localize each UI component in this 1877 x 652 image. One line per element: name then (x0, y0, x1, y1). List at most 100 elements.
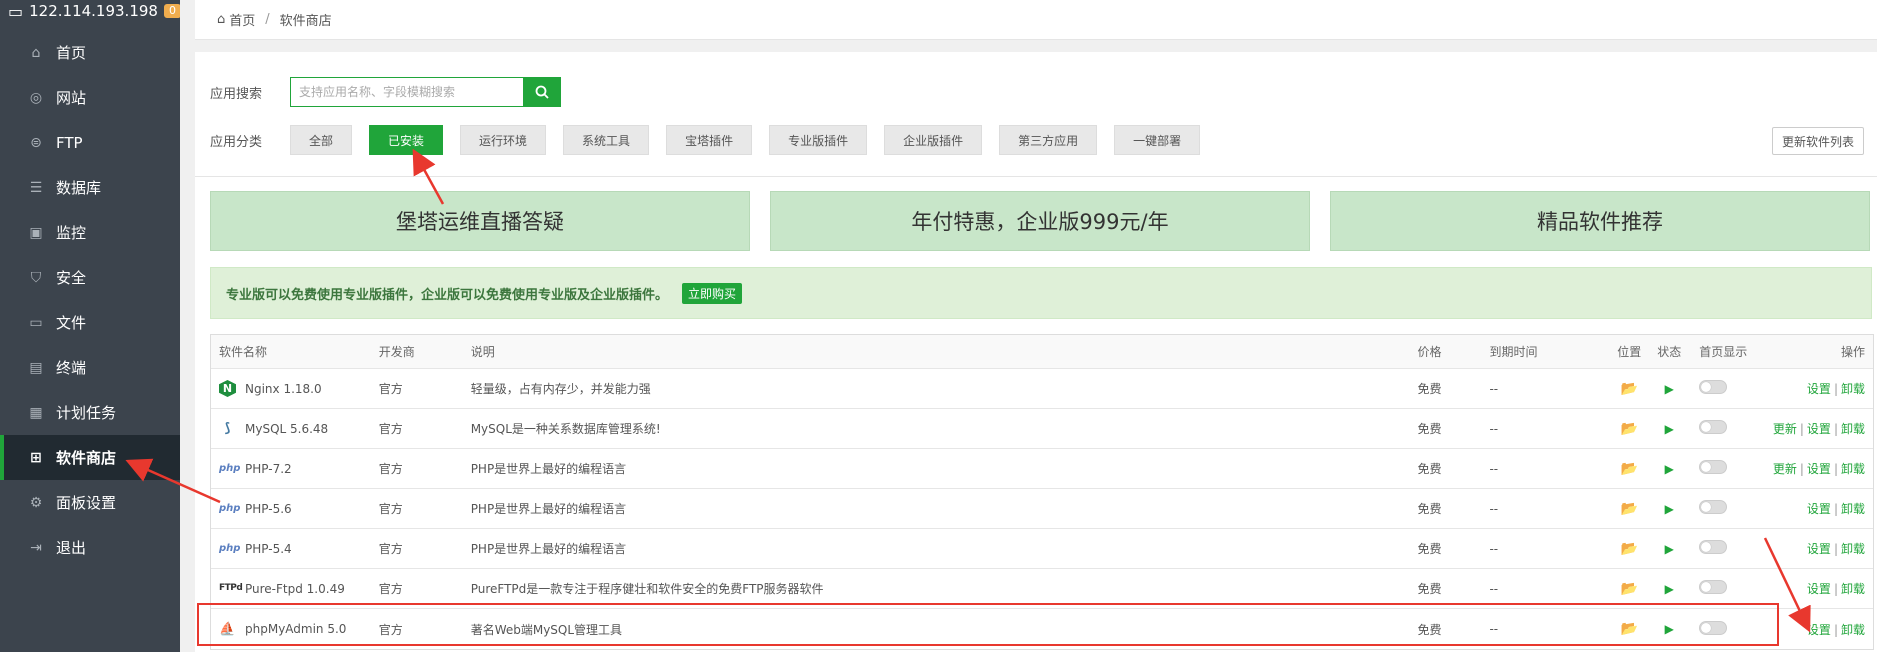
php-icon: php (219, 503, 241, 514)
sidebar-item-3[interactable]: ☰ 数据库 (0, 165, 180, 210)
server-header: ▭ 122.114.193.198 0 (0, 0, 180, 22)
table-row: php PHP-7.2 官方 PHP是世界上最好的编程语言 免费 -- 📂 ▶ 更新 | 设置 | 卸载 (211, 449, 1873, 489)
cell-location: 📂 (1609, 461, 1649, 477)
home-display-toggle[interactable] (1699, 460, 1728, 474)
folder-icon[interactable]: 📂 (1621, 541, 1638, 557)
sidebar-item-2[interactable]: ⊜ FTP (0, 120, 180, 165)
op-link[interactable]: 设置 (1807, 582, 1831, 596)
cell-status: ▶ (1649, 382, 1689, 396)
folder-icon[interactable]: 📂 (1621, 501, 1638, 517)
ops-separator: | (1833, 542, 1838, 556)
sidebar-item-6[interactable]: ▭ 文件 (0, 300, 180, 345)
notification-badge[interactable]: 0 (163, 4, 180, 18)
category-tab[interactable]: 宝塔插件 (666, 125, 753, 155)
sidebar-item-label: 文件 (56, 314, 87, 332)
sidebar-item-5[interactable]: ⛉ 安全 (0, 255, 180, 300)
refresh-list-button[interactable]: 更新软件列表 (1771, 127, 1864, 155)
play-icon[interactable]: ▶ (1665, 502, 1674, 516)
cell-dev: 官方 (378, 462, 403, 476)
sidebar-item-11[interactable]: ⇥ 退出 (0, 525, 180, 570)
home-display-toggle[interactable] (1699, 580, 1728, 594)
op-link[interactable]: 卸载 (1841, 582, 1865, 596)
home-display-toggle[interactable] (1699, 540, 1728, 554)
op-link[interactable]: 设置 (1807, 462, 1831, 476)
folder-icon[interactable]: 📂 (1621, 581, 1638, 597)
op-link[interactable]: 更新 (1773, 462, 1797, 476)
sidebar-item-label: FTP (56, 133, 83, 152)
op-link[interactable]: 设置 (1807, 542, 1831, 556)
sidebar-item-label: 软件商店 (56, 449, 117, 467)
cell-desc: PureFTPd是一款专注于程序健壮和软件安全的免费FTP服务器软件 (470, 582, 824, 596)
promo-banner[interactable]: 年付特惠，企业版999元/年 (770, 191, 1310, 251)
annotation-highlight-box (197, 603, 1779, 646)
category-tab[interactable]: 系统工具 (563, 125, 650, 155)
sidebar-item-0[interactable]: ⌂ 首页 (0, 30, 180, 75)
category-tab[interactable]: 专业版插件 (769, 125, 868, 155)
promo-banner[interactable]: 精品软件推荐 (1330, 191, 1870, 251)
header-expire: 到期时间 (1489, 345, 1538, 359)
sidebar-item-7[interactable]: ▤ 终端 (0, 345, 180, 390)
sidebar-item-4[interactable]: ▣ 监控 (0, 210, 180, 255)
sidebar-item-label: 监控 (56, 224, 87, 242)
folder-icon[interactable]: 📂 (1621, 421, 1638, 437)
cell-home (1689, 380, 1759, 397)
op-link[interactable]: 卸载 (1841, 502, 1865, 516)
category-tab[interactable]: 已安装 (369, 125, 444, 155)
sidebar-item-10[interactable]: ⚙ 面板设置 (0, 480, 180, 525)
play-icon[interactable]: ▶ (1665, 422, 1674, 436)
cell-expire: -- (1489, 501, 1499, 516)
ops-separator: | (1833, 502, 1838, 516)
cell-ops: 设置 | 卸载 (1759, 540, 1873, 557)
search-button[interactable] (523, 77, 561, 107)
play-icon[interactable]: ▶ (1665, 462, 1674, 476)
home-display-toggle[interactable] (1699, 420, 1728, 434)
play-icon[interactable]: ▶ (1665, 382, 1674, 396)
play-icon[interactable]: ▶ (1665, 542, 1674, 556)
category-tab[interactable]: 第三方应用 (999, 125, 1098, 155)
sidebar-item-label: 安全 (56, 269, 87, 287)
sidebar-item-9[interactable]: ⊞ 软件商店 (0, 435, 180, 480)
folder-icon[interactable]: 📂 (1621, 461, 1638, 477)
ops-separator: | (1799, 422, 1804, 436)
op-link[interactable]: 卸载 (1841, 382, 1865, 396)
sidebar-item-label: 网站 (56, 89, 87, 107)
monitor-icon: ▣ (29, 224, 43, 241)
sidebar-item-1[interactable]: ◎ 网站 (0, 75, 180, 120)
cell-name: N Nginx 1.18.0 (211, 380, 379, 397)
folder-icon[interactable]: 📂 (1621, 381, 1638, 397)
op-link[interactable]: 设置 (1807, 382, 1831, 396)
buy-now-button[interactable]: 立即购买 (682, 282, 743, 304)
cell-name: FTPd Pure-Ftpd 1.0.49 (211, 580, 379, 597)
breadcrumb-home[interactable]: 首页 (229, 10, 255, 29)
op-link[interactable]: 更新 (1773, 422, 1797, 436)
op-link[interactable]: 卸载 (1841, 422, 1865, 436)
category-tab[interactable]: 企业版插件 (884, 125, 983, 155)
home-display-toggle[interactable] (1699, 380, 1728, 394)
software-name: PHP-5.6 (245, 501, 292, 516)
op-link[interactable]: 卸载 (1841, 542, 1865, 556)
op-link[interactable]: 卸载 (1841, 623, 1865, 637)
op-link[interactable]: 卸载 (1841, 462, 1865, 476)
nginx-icon: N (219, 380, 236, 397)
op-link[interactable]: 设置 (1807, 623, 1831, 637)
category-tab[interactable]: 运行环境 (460, 125, 547, 155)
cell-ops: 设置 | 卸载 (1759, 580, 1873, 597)
category-tabs: 全部 已安装 运行环境 系统工具 宝塔插件 专业版插件 企业版插件 第三方应用 一键部署 (290, 125, 1217, 155)
home-display-toggle[interactable] (1699, 500, 1728, 514)
category-tab[interactable]: 一键部署 (1114, 125, 1201, 155)
mysql-icon: ⟆ (224, 421, 231, 436)
header-price: 价格 (1417, 345, 1442, 359)
cell-desc: PHP是世界上最好的编程语言 (470, 462, 627, 476)
sidebar-item-8[interactable]: ▦ 计划任务 (0, 390, 180, 435)
op-link[interactable]: 设置 (1807, 422, 1831, 436)
cell-ops: 更新 | 设置 | 卸载 (1759, 420, 1873, 437)
software-store-panel: 应用搜索 应用分类 全部已安装运行环境系统工具宝塔插件专业版插件企业版插件第三方… (195, 52, 1877, 652)
search-input[interactable] (290, 77, 523, 107)
play-icon[interactable]: ▶ (1665, 582, 1674, 596)
op-link[interactable]: 设置 (1807, 502, 1831, 516)
server-icon: ▭ (8, 1, 24, 21)
ops-separator: | (1799, 462, 1804, 476)
category-tab[interactable]: 全部 (290, 125, 353, 155)
cell-home (1689, 500, 1759, 517)
promo-banner[interactable]: 堡塔运维直播答疑 (210, 191, 750, 251)
